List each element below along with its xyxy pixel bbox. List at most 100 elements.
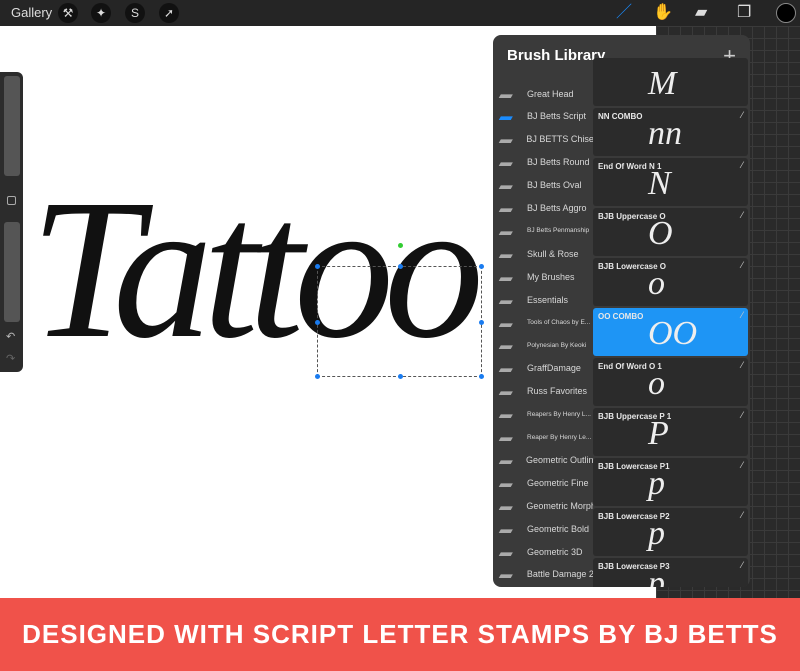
library-label: Essentials — [527, 294, 569, 305]
color-swatch-icon[interactable] — [776, 3, 796, 23]
promo-banner: DESIGNED WITH SCRIPT LETTER STAMPS BY BJ… — [0, 598, 800, 671]
library-item[interactable]: ▬ Russ Favorites — [493, 380, 593, 403]
brush-settings-icon[interactable]: ⁄ — [741, 410, 743, 420]
brush-stroke-icon: ▬ — [496, 452, 518, 467]
brush-stroke-icon: ▬ — [496, 292, 518, 307]
magic-wand-icon[interactable]: ✦ — [91, 3, 111, 23]
brush-icon[interactable]: ／ — [616, 2, 632, 24]
brush-name: BJB Uppercase O — [598, 212, 666, 221]
library-label: Geometric Fine — [527, 477, 589, 488]
brush-card[interactable]: BJB Uppercase O O ⁄ — [593, 208, 748, 256]
brush-stroke-icon: ▬ — [496, 338, 518, 353]
library-item[interactable]: ▬ BJ BETTS Chisel — [493, 128, 593, 151]
brush-settings-icon[interactable]: ⁄ — [741, 260, 743, 270]
library-item[interactable]: ▬ Geometric Bold — [493, 517, 593, 540]
library-label: BJ Betts Aggro — [527, 203, 587, 213]
brush-card[interactable]: BJB Uppercase P 1 P ⁄ — [593, 408, 748, 456]
library-item[interactable]: ▬ BJ Betts Script — [493, 105, 593, 128]
library-item[interactable]: ▬ Geometric Outline — [493, 448, 593, 471]
brush-card[interactable]: End Of Word O 1 o ⁄ — [593, 358, 748, 406]
brush-card[interactable]: OO COMBO OO ⁄ — [593, 308, 748, 356]
brush-stroke-icon: ▬ — [496, 109, 518, 124]
brush-settings-icon[interactable]: ⁄ — [741, 310, 743, 320]
transform-handle[interactable] — [315, 374, 320, 379]
brush-preview: OO — [648, 315, 698, 352]
redo-icon[interactable]: ↷ — [6, 352, 15, 365]
library-item[interactable]: ▬ Geometric 3D — [493, 540, 593, 563]
transform-handle[interactable] — [398, 374, 403, 379]
arrow-transform-icon[interactable]: ➚ — [159, 3, 179, 23]
brush-stroke-icon: ▬ — [496, 544, 518, 559]
brush-card[interactable]: M — [593, 58, 748, 106]
brush-settings-icon[interactable]: ⁄ — [741, 110, 743, 120]
brush-settings-icon[interactable]: ⁄ — [741, 360, 743, 370]
opacity-slider[interactable] — [4, 222, 20, 322]
library-item[interactable]: ▬ Great Head — [493, 82, 593, 105]
brush-card[interactable]: BJB Lowercase P2 p ⁄ — [593, 508, 748, 556]
library-label: Great Head — [527, 88, 574, 99]
brush-card[interactable]: End Of Word N 1 N ⁄ — [593, 158, 748, 206]
library-item[interactable]: ▬ My Brushes — [493, 265, 593, 288]
brush-settings-icon[interactable]: ⁄ — [741, 510, 743, 520]
brush-stroke-icon: ▬ — [496, 407, 518, 422]
brush-settings-icon[interactable]: ⁄ — [741, 160, 743, 170]
brush-settings-icon[interactable]: ⁄ — [741, 210, 743, 220]
library-item[interactable]: ▬ BJ Betts Oval — [493, 174, 593, 197]
brush-preview: nn — [648, 115, 682, 152]
library-item[interactable]: ▬ BJ Betts Round — [493, 151, 593, 174]
modify-button[interactable] — [7, 196, 16, 205]
library-item[interactable]: ▬ Skull & Rose — [493, 242, 593, 265]
brush-stroke-icon: ▬ — [496, 361, 518, 376]
brush-card[interactable]: BJB Lowercase Oo ⁄ — [593, 258, 748, 306]
rotate-handle[interactable] — [398, 243, 403, 248]
library-item[interactable]: ▬ Reapers By Henry L... — [493, 403, 593, 426]
brush-card[interactable]: BJB Lowercase P1 p ⁄ — [593, 458, 748, 506]
library-item[interactable]: ▬ Tools of Chaos by E... — [493, 311, 593, 334]
transform-handle[interactable] — [479, 264, 484, 269]
brush-stroke-icon: ▬ — [496, 223, 518, 238]
transform-handle[interactable] — [479, 320, 484, 325]
library-item[interactable]: ▬ GraffDamage — [493, 357, 593, 380]
brush-name: BJB Lowercase P1 — [598, 462, 670, 471]
selection-box[interactable] — [315, 243, 484, 379]
library-item[interactable]: ▬ Geometric Fine — [493, 471, 593, 494]
library-item[interactable]: ▬ Essentials — [493, 288, 593, 311]
library-label: Reaper By Henry Le... — [527, 433, 592, 441]
library-label: My Brushes — [527, 271, 575, 282]
library-item[interactable]: ▬ BJ Betts Penmanship — [493, 219, 593, 242]
wrench-icon[interactable]: ⚒ — [58, 3, 78, 23]
brush-card[interactable]: NN COMBO nn ⁄ — [593, 108, 748, 156]
transform-handle[interactable] — [315, 320, 320, 325]
smudge-icon[interactable]: ✋ — [653, 2, 673, 24]
transform-handle[interactable] — [398, 264, 403, 269]
brush-name: End Of Word O 1 — [598, 362, 662, 371]
brush-size-slider[interactable] — [4, 76, 20, 176]
eraser-icon[interactable]: ▰ — [695, 2, 707, 24]
brush-stroke-icon: ▬ — [496, 498, 518, 513]
undo-icon[interactable]: ↶ — [6, 330, 15, 343]
library-item[interactable]: ▬ Polynesian By Keoki — [493, 334, 593, 357]
gallery-button[interactable]: Gallery — [11, 5, 52, 20]
brush-settings-icon[interactable]: ⁄ — [741, 460, 743, 470]
library-label: Geometric 3D — [527, 546, 583, 557]
library-item[interactable]: ▬ Battle Damage 2 — [493, 563, 593, 586]
brush-stroke-icon: ▬ — [496, 430, 518, 444]
brush-name: BJB Uppercase P 1 — [598, 412, 672, 421]
library-item[interactable]: ▬ BJ Betts Aggro — [493, 197, 593, 220]
layers-icon[interactable]: ❐ — [737, 2, 751, 24]
library-label: BJ Betts Oval — [527, 180, 582, 191]
brush-stroke-icon: ▬ — [496, 315, 518, 330]
selection-s-icon[interactable]: S — [125, 3, 145, 23]
library-item[interactable]: ▬ Reaper By Henry Le... — [493, 426, 593, 449]
library-item[interactable]: ▬ Geometric Morph — [493, 494, 593, 517]
transform-handle[interactable] — [479, 374, 484, 379]
brush-stroke-icon: ▬ — [496, 475, 518, 490]
library-label: Tools of Chaos by E... — [527, 319, 591, 326]
top-toolbar: Gallery ⚒ ✦ S ➚ ／ ✋ ▰ ❐ — [0, 0, 800, 26]
library-label: Battle Damage 2 — [526, 569, 593, 580]
library-label: Skull & Rose — [527, 248, 579, 259]
brush-settings-icon[interactable]: ⁄ — [741, 560, 743, 570]
brush-card[interactable]: BJB Lowercase P3 p ⁄ — [593, 558, 748, 587]
brush-stroke-icon: ▬ — [496, 521, 518, 536]
transform-handle[interactable] — [315, 264, 320, 269]
